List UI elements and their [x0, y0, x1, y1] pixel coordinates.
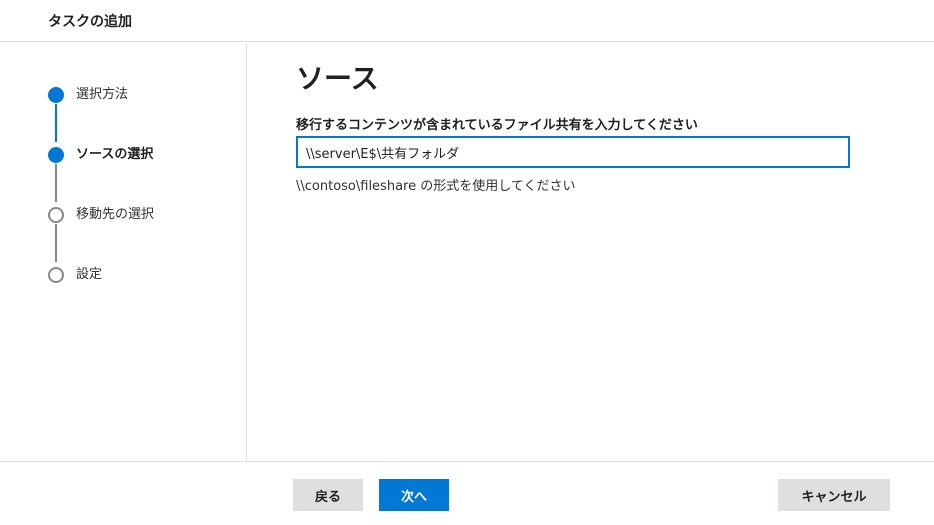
step-settings[interactable]: 設定 — [48, 267, 238, 285]
step-connector-1 — [55, 104, 57, 142]
step-complete-indicator — [48, 87, 64, 103]
step-current-indicator — [48, 147, 64, 163]
file-share-field-label: 移行するコンテンツが含まれているファイル共有を入力してください — [296, 118, 698, 133]
step-select-source[interactable]: ソースの選択 — [48, 147, 238, 165]
wizard-steps-sidebar — [0, 43, 247, 461]
dialog-title: タスクの追加 — [48, 14, 132, 30]
step-label: ソースの選択 — [76, 147, 154, 162]
step-pending-indicator — [48, 267, 64, 283]
step-connector-3 — [55, 224, 57, 262]
step-label: 移動先の選択 — [76, 207, 155, 222]
step-label: 選択方法 — [76, 87, 129, 102]
step-connector-2 — [55, 164, 57, 202]
step-label: 設定 — [76, 267, 103, 282]
next-button[interactable]: 次へ — [379, 479, 449, 511]
step-select-destination[interactable]: 移動先の選択 — [48, 207, 238, 225]
dialog-header: タスクの追加 — [0, 0, 934, 42]
step-pending-indicator — [48, 207, 64, 223]
cancel-button[interactable]: キャンセル — [778, 479, 890, 511]
step-select-method[interactable]: 選択方法 — [48, 87, 238, 105]
file-share-format-hint: \\contoso\fileshare の形式を使用してください — [296, 179, 576, 194]
back-button[interactable]: 戻る — [293, 479, 363, 511]
file-share-path-input[interactable] — [296, 136, 850, 168]
page-title: ソース — [296, 62, 379, 95]
